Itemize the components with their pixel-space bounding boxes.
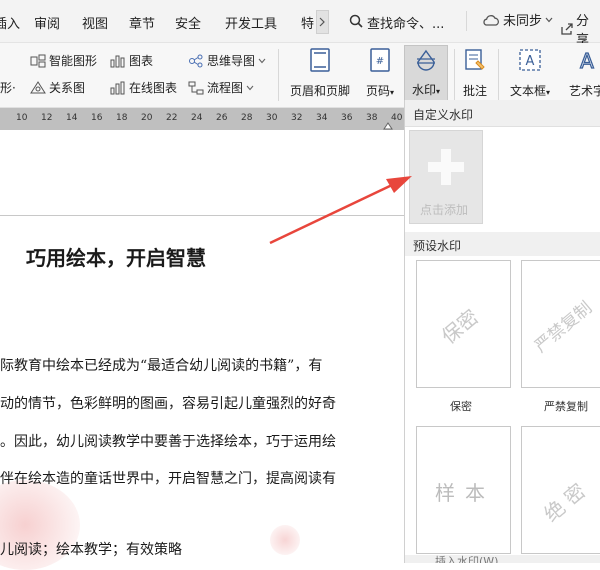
annotation-arrow [269, 176, 412, 245]
